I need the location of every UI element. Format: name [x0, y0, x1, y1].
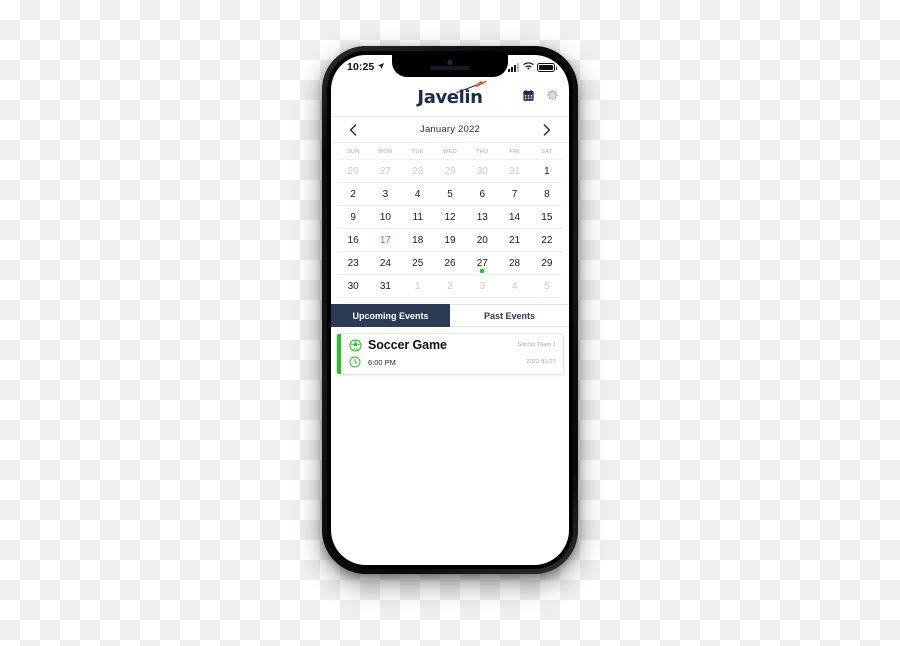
next-month-button[interactable] [539, 122, 555, 138]
month-label: January 2022 [420, 124, 480, 135]
battery-full-icon [537, 62, 557, 72]
header-icon-group [522, 89, 559, 107]
status-bar-time: 10:25 [347, 61, 375, 73]
event-card-body: Soccer Game Soccer Team 1 6:00 PM 2022-0… [341, 334, 563, 374]
day-header: SUN [346, 149, 360, 155]
event-indicator-dot [480, 268, 485, 273]
clock-icon [348, 355, 362, 369]
calendar-day-14[interactable]: 14 [498, 206, 530, 228]
tab-upcoming-events[interactable]: Upcoming Events [331, 304, 450, 327]
status-bar-time-group: 10:25 [347, 61, 385, 73]
calendar-day-4[interactable]: 4 [498, 275, 530, 297]
soccer-ball-icon [348, 338, 362, 352]
calendar-day-26[interactable]: 26 [337, 160, 369, 182]
calendar-week-row: 9 10 11 12 13 14 15 [337, 206, 563, 229]
wifi-icon [522, 58, 534, 76]
phone-screen: 10:25 Javelin January 2022 SUN MON TUE W… [331, 55, 569, 565]
calendar-day-12[interactable]: 12 [434, 206, 466, 228]
event-date: 2022-01-27 [526, 359, 556, 365]
day-header: FRI [509, 149, 520, 155]
calendar-day-1[interactable]: 1 [402, 275, 434, 297]
calendar-day-2[interactable]: 2 [337, 183, 369, 205]
calendar-day-11[interactable]: 11 [402, 206, 434, 228]
calendar-week-row: 2345678 [337, 183, 563, 206]
calendar-day-26[interactable]: 26 [434, 252, 466, 274]
calendar-week-row: 16 17 18 19 20 21 22 [337, 229, 563, 252]
day-header: MON [378, 149, 393, 155]
calendar-day-19[interactable]: 19 [434, 229, 466, 251]
app-header: Javelin [331, 79, 569, 117]
month-navigation: January 2022 [331, 117, 569, 143]
event-team: Soccer Team 1 [517, 342, 556, 348]
calendar-day-1[interactable]: 1 [531, 160, 563, 182]
event-time: 6:00 PM [368, 357, 396, 367]
event-list: Soccer Game Soccer Team 1 6:00 PM 2022-0… [331, 327, 569, 375]
calendar-day-30[interactable]: 30 [337, 275, 369, 297]
calendar-day-9[interactable]: 9 [337, 206, 369, 228]
cellular-signal-icon [508, 62, 519, 72]
tab-past-events[interactable]: Past Events [450, 304, 569, 327]
calendar-week-row: 30 31 1 2 3 4 5 [337, 275, 563, 298]
calendar-day-20[interactable]: 20 [466, 229, 498, 251]
day-header: WED [442, 149, 458, 155]
calendar-day-3[interactable]: 3 [369, 183, 401, 205]
calendar-day-29[interactable]: 29 [531, 252, 563, 274]
event-time-row: 6:00 PM 2022-01-27 [348, 355, 556, 369]
calendar-day-5[interactable]: 5 [531, 275, 563, 297]
calendar-day-15[interactable]: 15 [531, 206, 563, 228]
calendar-day-27[interactable]: 27 [369, 160, 401, 182]
calendar-day-28[interactable]: 28 [402, 160, 434, 182]
calendar-icon[interactable] [522, 89, 535, 107]
calendar-day-24[interactable]: 24 [369, 252, 401, 274]
calendar-day-18[interactable]: 18 [402, 229, 434, 251]
calendar-week-row: 26 27 28 29 30 31 1 [337, 160, 563, 183]
prev-month-button[interactable] [345, 122, 361, 138]
calendar-week-row: 23 24 25 26 27 28 29 [337, 252, 563, 275]
calendar-day-13[interactable]: 13 [466, 206, 498, 228]
calendar-day-28[interactable]: 28 [498, 252, 530, 274]
calendar-day-17[interactable]: 17 [369, 229, 401, 251]
status-bar-indicators [508, 58, 557, 76]
calendar-grid: SUN MON TUE WED THU FRI SAT 26 27 28 29 30 31… [331, 143, 569, 298]
calendar-day-16[interactable]: 16 [337, 229, 369, 251]
calendar-day-25[interactable]: 25 [402, 252, 434, 274]
calendar-weeks: 26 27 28 29 30 31 1 2 3 4 5 6 7 8 9 10 11 12 13 14 15 16 17 18 1… [337, 160, 563, 298]
phone-notch [392, 55, 508, 77]
day-header: TUE [411, 149, 424, 155]
app-logo: Javelin [417, 79, 487, 116]
day-header: SAT [541, 149, 553, 155]
calendar-day-7[interactable]: 7 [498, 183, 530, 205]
calendar-day-31[interactable]: 31 [369, 275, 401, 297]
calendar-day-21[interactable]: 21 [498, 229, 530, 251]
event-tabs: Upcoming Events Past Events [331, 304, 569, 327]
calendar-day-27[interactable]: 27 [466, 252, 498, 274]
calendar-day-headers: SUN MON TUE WED THU FRI SAT [337, 143, 563, 160]
event-card[interactable]: Soccer Game Soccer Team 1 6:00 PM 2022-0… [336, 333, 564, 375]
day-header: THU [476, 149, 489, 155]
app-logo-text: Javelin [417, 86, 483, 108]
calendar-day-3[interactable]: 3 [466, 275, 498, 297]
calendar-day-23[interactable]: 23 [337, 252, 369, 274]
calendar-day-2[interactable]: 2 [434, 275, 466, 297]
calendar-day-29[interactable]: 29 [434, 160, 466, 182]
event-title: Soccer Game [368, 338, 447, 352]
earpiece-speaker [430, 66, 470, 70]
calendar-day-10[interactable]: 10 [369, 206, 401, 228]
calendar-day-31[interactable]: 31 [498, 160, 530, 182]
calendar-day-6[interactable]: 6 [466, 183, 498, 205]
calendar-day-22[interactable]: 22 [531, 229, 563, 251]
calendar-day-30[interactable]: 30 [466, 160, 498, 182]
location-arrow-icon [377, 61, 385, 73]
calendar-day-4[interactable]: 4 [402, 183, 434, 205]
phone-frame: 10:25 Javelin January 2022 SUN MON TUE W… [322, 46, 578, 574]
front-camera [447, 60, 453, 65]
calendar-day-8[interactable]: 8 [531, 183, 563, 205]
calendar-day-5[interactable]: 5 [434, 183, 466, 205]
gear-icon[interactable] [546, 89, 559, 107]
event-title-row: Soccer Game Soccer Team 1 [348, 338, 556, 352]
